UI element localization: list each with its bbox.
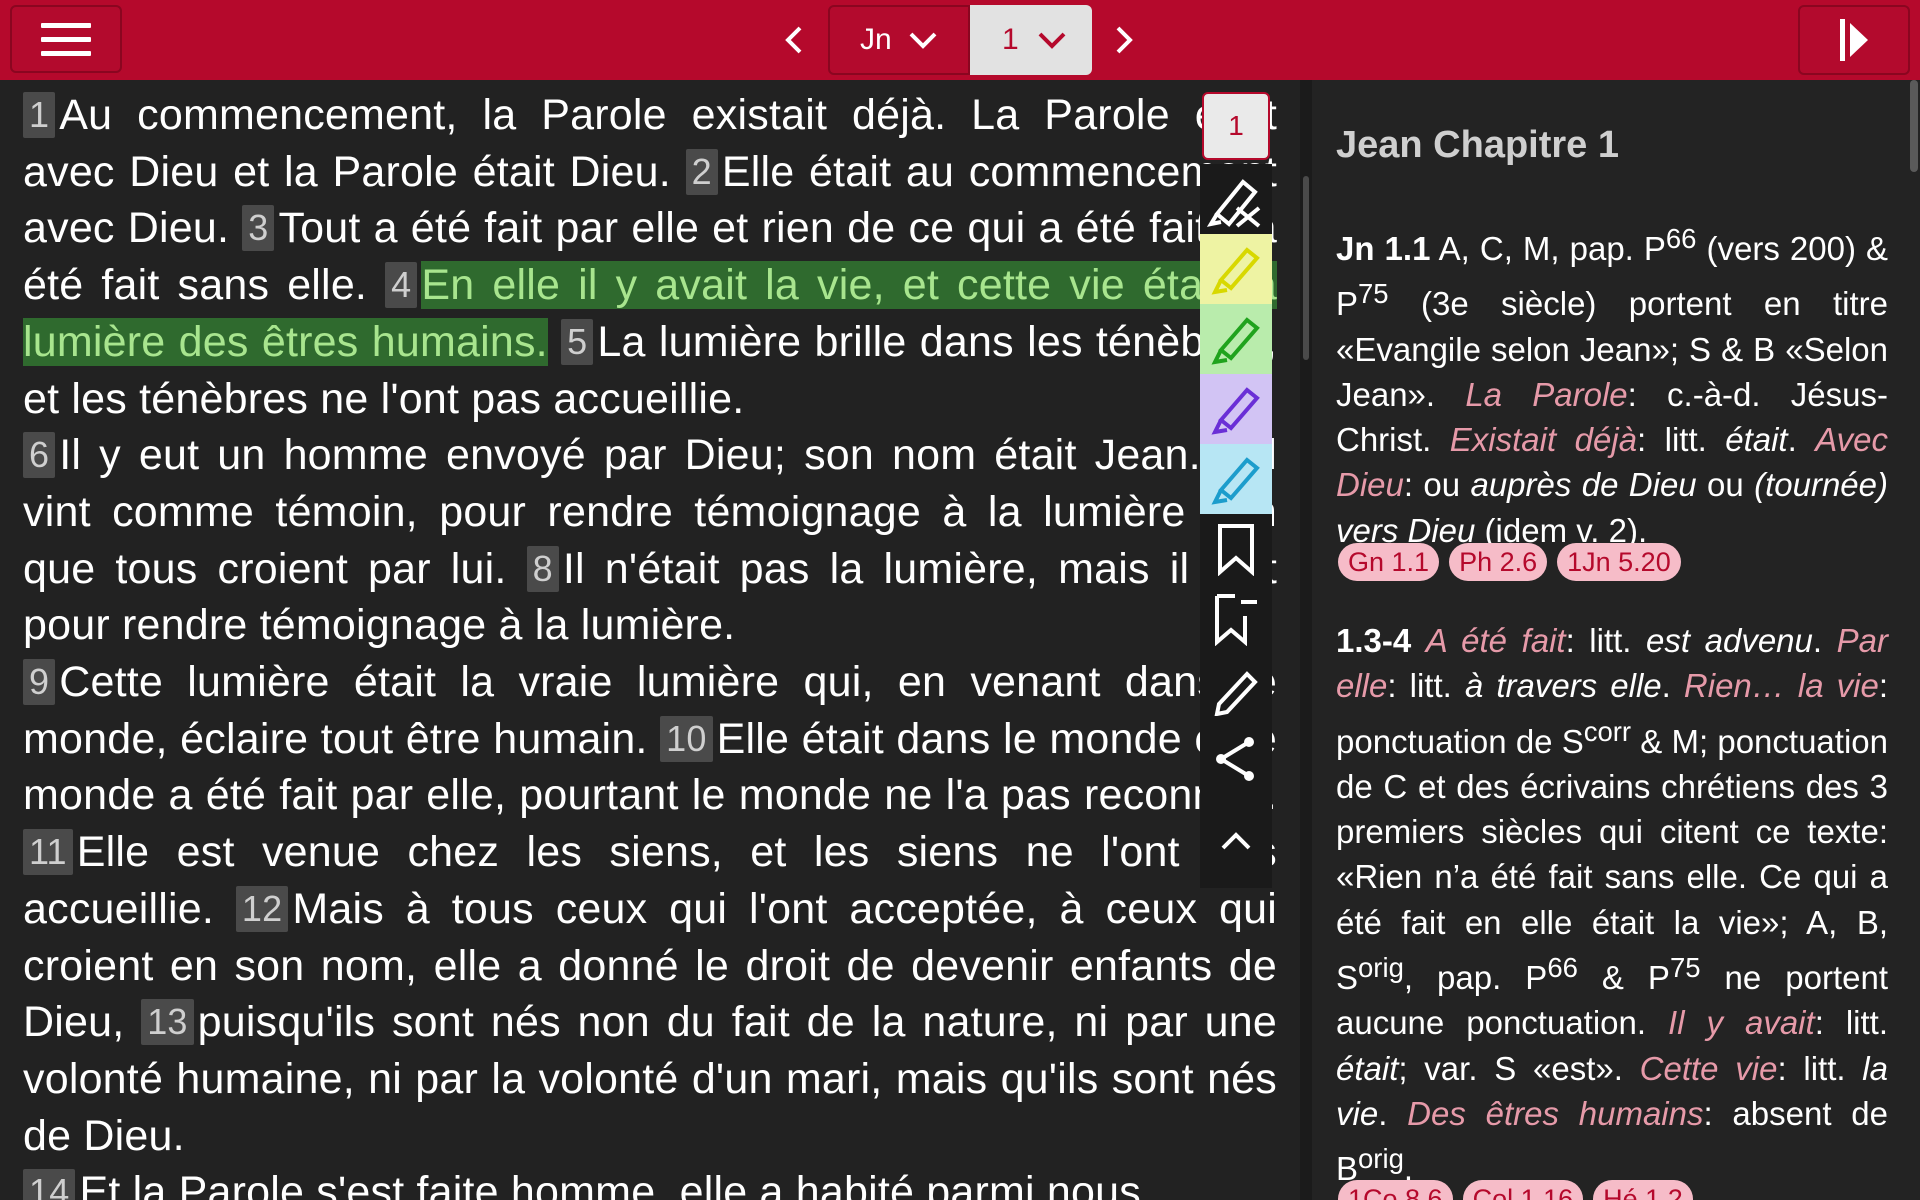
verse-action-toolbar: 1: [1200, 92, 1272, 888]
bookmark-list-button[interactable]: [1200, 584, 1272, 654]
previous-chapter-button[interactable]: [774, 18, 814, 62]
verse-number[interactable]: 2: [685, 148, 718, 195]
share-icon: [1216, 737, 1254, 781]
verse-number[interactable]: 14: [23, 1169, 76, 1200]
toggle-panel-button[interactable]: [1798, 5, 1910, 75]
highlight-green-button[interactable]: [1200, 304, 1272, 374]
highlight-purple-button[interactable]: [1200, 374, 1272, 444]
highlighter-icon: [1211, 387, 1260, 435]
chevron-up-icon: [1221, 832, 1251, 850]
highlight-blue-button[interactable]: [1200, 444, 1272, 514]
verse-number[interactable]: 13: [141, 999, 194, 1046]
share-button[interactable]: [1200, 724, 1272, 794]
highlighter-icon: [1211, 317, 1260, 365]
verse-number[interactable]: 12: [235, 885, 289, 932]
cross-reference-tag[interactable]: Hé 1.2: [1593, 1180, 1693, 1200]
note-item: Jn 1.1 A, C, M, pap. P66 (vers 200) & P7…: [1336, 223, 1888, 549]
verse-text[interactable]: Et la Parole s'est faite homme, elle a h…: [79, 1168, 1153, 1200]
verse-number[interactable]: 3: [242, 205, 275, 252]
cross-reference-tag[interactable]: 1Co 8.6: [1338, 1180, 1453, 1200]
verse-number[interactable]: 4: [385, 262, 418, 309]
cross-reference-tags: 1Co 8.6 Col 1.16 Hé 1.2: [1338, 1180, 1693, 1200]
top-bar: Jn 1: [0, 0, 1920, 80]
chevron-right-icon: [1116, 26, 1133, 54]
verse-number[interactable]: 9: [23, 659, 56, 706]
book-selector[interactable]: Jn: [828, 5, 970, 75]
bookmark-add-icon: [1215, 594, 1257, 646]
highlighter-icon: [1211, 457, 1260, 505]
note-ref: Jn 1.1: [1336, 230, 1431, 267]
highlighter-icon: [1211, 247, 1260, 295]
cross-reference-tag[interactable]: Gn 1.1: [1338, 543, 1440, 581]
verse-number[interactable]: 11: [23, 829, 73, 876]
remove-highlight-button[interactable]: [1200, 164, 1272, 234]
verse-number[interactable]: 8: [526, 545, 559, 592]
verse-number[interactable]: 6: [23, 432, 56, 479]
edit-note-button[interactable]: [1200, 654, 1272, 724]
chapter-label: 1: [1002, 23, 1019, 56]
cross-reference-tag[interactable]: Col 1.16: [1462, 1180, 1584, 1200]
selected-verse-badge[interactable]: 1: [1202, 92, 1270, 160]
verse-text[interactable]: Il y eut un homme envoyé par Dieu; son n…: [59, 431, 1201, 479]
chevron-left-icon: [785, 26, 802, 54]
eraser-highlighter-icon: [1207, 179, 1261, 228]
bookmark-icon: [1218, 524, 1254, 576]
bible-scrollbar[interactable]: [1303, 176, 1309, 360]
chapter-selector[interactable]: 1: [970, 5, 1092, 75]
notes-scrollbar[interactable]: [1910, 80, 1918, 172]
verse-number[interactable]: 1: [23, 92, 56, 138]
note-item: 1.3-4 A été fait: litt. est advenu. Par …: [1336, 622, 1889, 1188]
verse-number[interactable]: 10: [660, 715, 713, 762]
notes-panel: Jean Chapitre 1 Jn 1.1 A, C, M, pap. P66…: [1312, 80, 1920, 1200]
chevron-down-icon: [1038, 32, 1066, 49]
verse-number[interactable]: 5: [561, 318, 594, 365]
cross-reference-tag[interactable]: Ph 2.6: [1449, 543, 1548, 581]
note-ref: 1.3-4: [1336, 622, 1412, 659]
cross-reference-tags: Gn 1.1 Ph 2.6 1Jn 5.20: [1338, 543, 1681, 581]
chevron-down-icon: [909, 32, 937, 49]
collapse-toolbar-button[interactable]: [1200, 794, 1272, 888]
book-label: Jn: [860, 23, 892, 56]
hamburger-icon: [41, 22, 91, 28]
menu-button[interactable]: [10, 5, 122, 73]
cross-reference-tag[interactable]: 1Jn 5.20: [1557, 543, 1681, 581]
next-chapter-button[interactable]: [1104, 18, 1144, 62]
bible-text: 1 Au commencement, la Parole existait déj…: [23, 87, 1277, 1200]
verse-text[interactable]: puisqu'ils sont nés non du fait de la na…: [23, 998, 1277, 1159]
pencil-icon: [1214, 671, 1258, 716]
bible-text-panel: 1 Au commencement, la Parole existait déj…: [0, 80, 1300, 1200]
bookmark-button[interactable]: [1200, 514, 1272, 584]
notes-title: Jean Chapitre 1: [1336, 124, 1619, 166]
panel-toggle-icon: [1840, 19, 1868, 61]
highlight-yellow-button[interactable]: [1200, 234, 1272, 304]
